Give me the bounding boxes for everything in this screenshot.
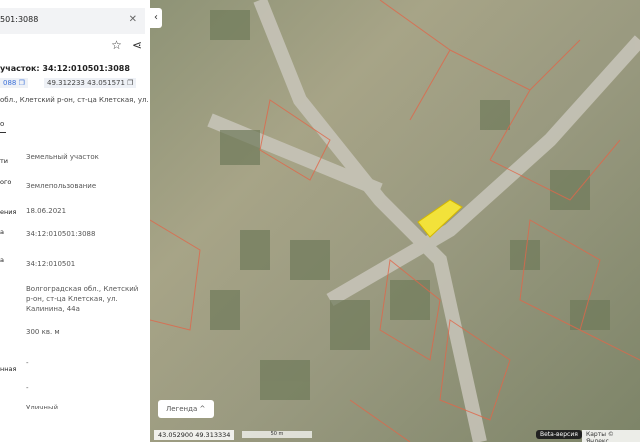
chevron-left-icon: ‹ [154,12,158,23]
info-panel: 501:3088 ✕ ☆ ⋖ участок: 34:12:010501:3088 … [0,0,150,442]
field-label: а [0,228,4,236]
field-label: ти [0,157,9,165]
field-value: 34:12:010501 [26,260,76,268]
legend-button[interactable]: Легенда ^ [158,400,214,418]
field-label: ого [0,178,12,186]
scale-bar: 50 m [242,431,312,438]
map-copyright[interactable]: Карты © Яндекс [582,430,640,442]
chip-text: 088 [3,79,17,87]
field-value: - [26,359,29,367]
address: обл., Клетский р-он, ст-ца Клетская, ул. [0,96,149,104]
field-value: 300 кв. м [26,328,60,336]
search-value: 501:3088 [0,15,39,24]
copy-icon[interactable]: ❐ [127,79,133,87]
search-input[interactable]: 501:3088 ✕ [0,8,145,34]
share-icon[interactable]: ⋖ [132,38,142,52]
tab-indicator [0,132,6,133]
copy-icon[interactable]: ❐ [19,79,25,87]
tab-info[interactable]: о [0,120,4,128]
parcel-title: участок: 34:12:010501:3088 [0,64,130,73]
cadastral-chip[interactable]: 088 ❐ [0,78,28,88]
close-icon[interactable]: ✕ [129,14,137,25]
field-label: нная [0,365,17,373]
field-value: 18.06.2021 [26,207,67,215]
cursor-coordinates: 43.052900 49.313334 [154,430,235,440]
field-value: Землепользование [26,182,97,190]
field-value: Земельный участок [26,153,99,161]
field-value: Волгоградская обл., Клетский р-он, ст-ца… [26,285,139,313]
field-label: ения [0,208,17,216]
collapse-panel-button[interactable]: ‹ [150,8,162,28]
field-label: а [0,256,4,264]
satellite-imagery [150,0,640,442]
field-value: 34:12:010501:3088 [26,230,96,238]
field-value: Уличный [26,404,59,409]
road [326,35,640,307]
beta-badge: Beta-версия [536,430,582,439]
field-value: - [26,384,29,392]
map-canvas[interactable]: Легенда ^ 43.052900 49.313334 50 m Beta-… [150,0,640,442]
coords-chip[interactable]: 49.312233 43.051571 ❐ [44,78,137,88]
chip-text: 49.312233 43.051571 [47,79,125,87]
star-icon[interactable]: ☆ [111,38,122,52]
